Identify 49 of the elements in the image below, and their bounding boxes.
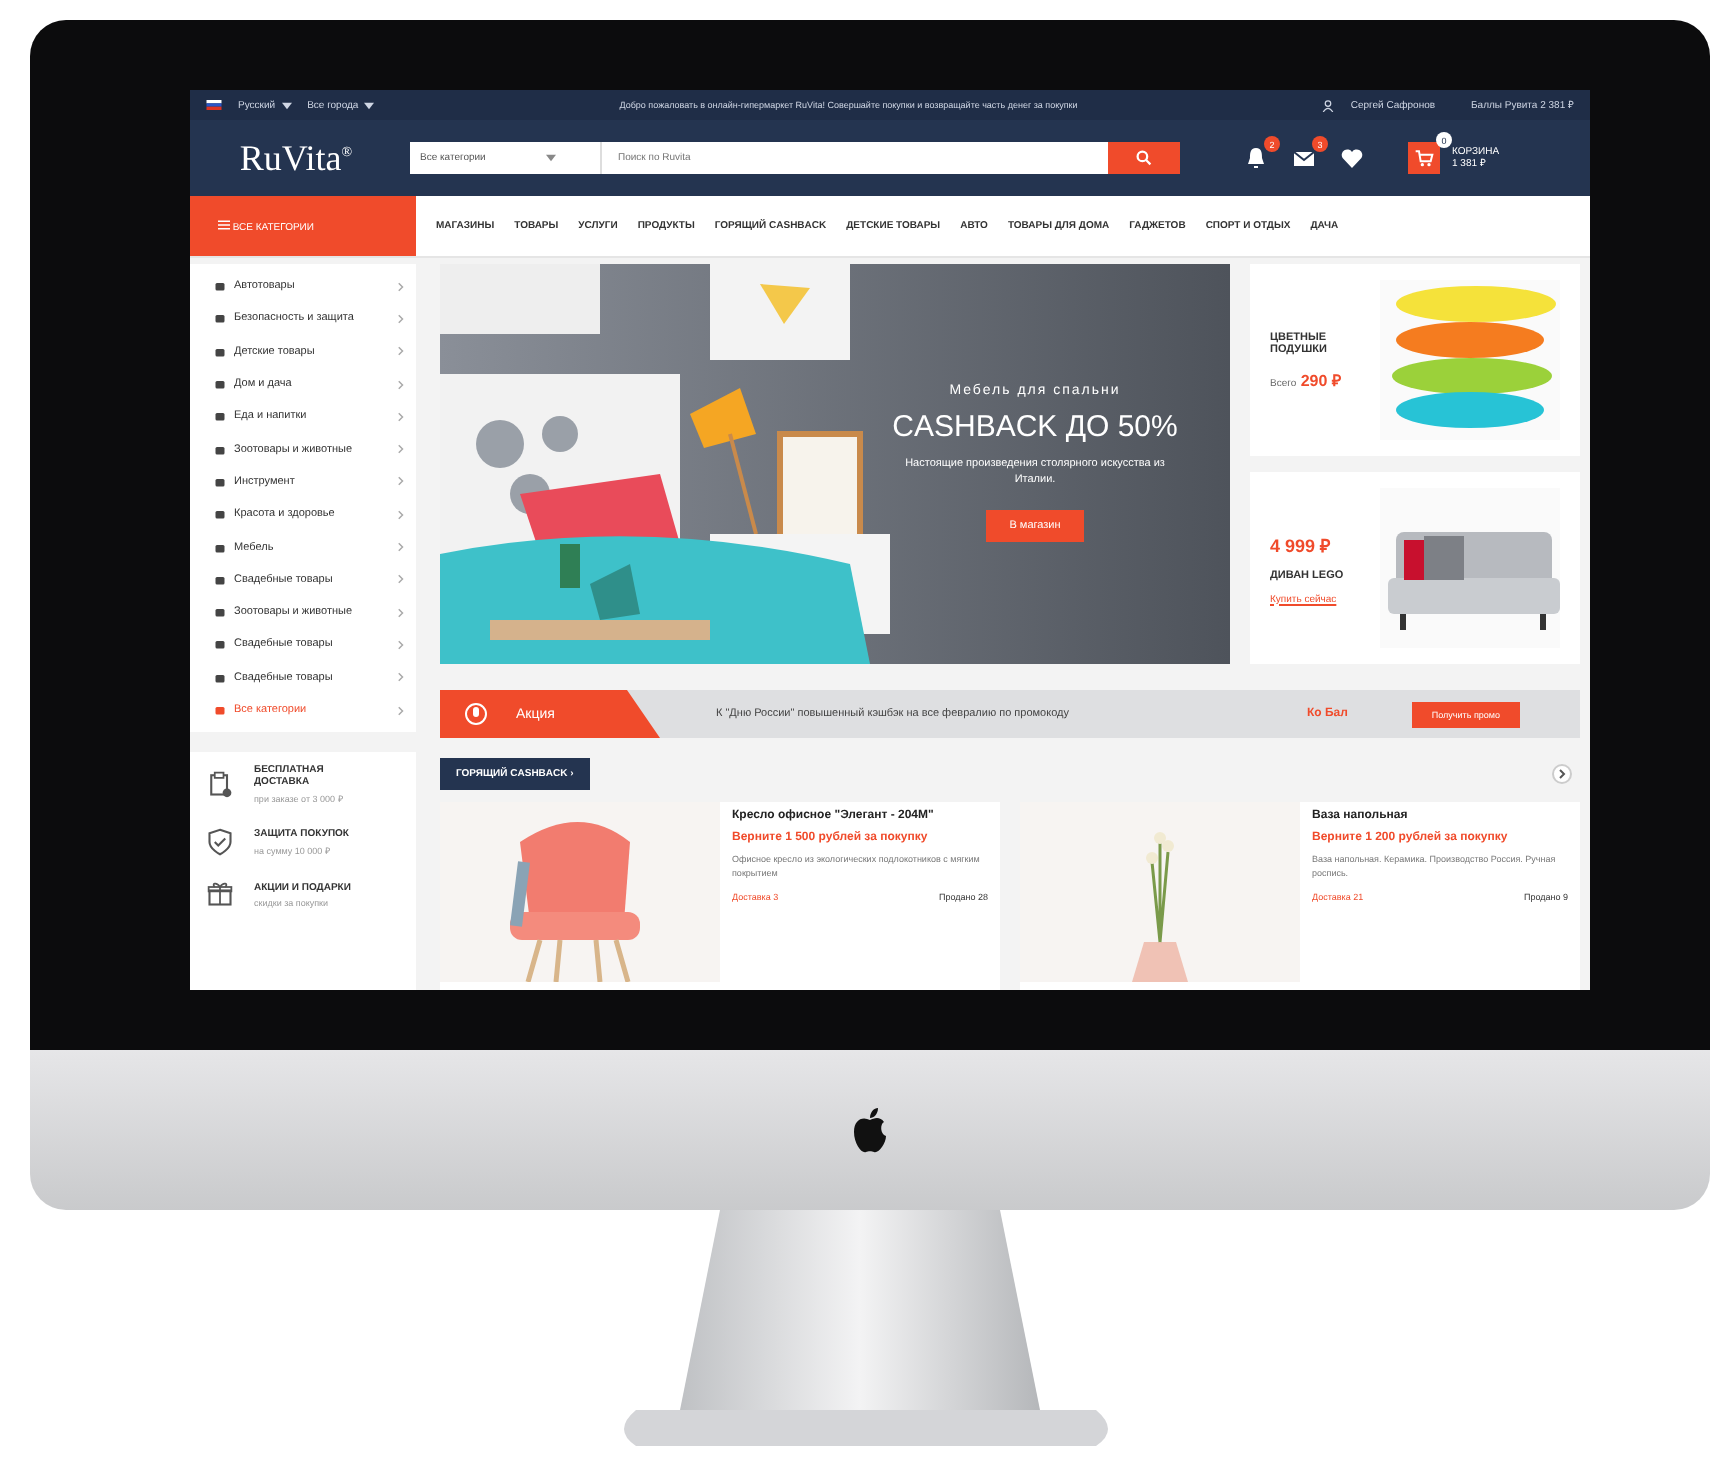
chevron-icon — [398, 705, 404, 715]
chevron-icon — [398, 379, 404, 390]
category-icon — [214, 410, 226, 423]
gift-icon — [206, 880, 234, 909]
category-icon — [214, 704, 226, 716]
card-price: 4 999 ₽ — [1270, 533, 1333, 557]
chevron-icon — [398, 607, 404, 618]
user-icon — [1322, 99, 1335, 111]
category-icon — [214, 541, 226, 554]
chevron-icon — [398, 281, 404, 292]
chevron-icon — [398, 313, 404, 324]
category-icon — [214, 573, 226, 586]
cart-button[interactable] — [1408, 142, 1440, 174]
category-icon — [214, 345, 226, 358]
chevron-icon — [398, 509, 404, 520]
search-icon — [1136, 150, 1152, 166]
chevron-icon — [398, 672, 404, 683]
chevron-icon — [398, 444, 404, 455]
menu-icon — [218, 219, 230, 229]
caret-icon — [545, 154, 556, 162]
bell-icon[interactable] — [1244, 146, 1268, 170]
chevron-icon — [398, 542, 404, 553]
cart-icon — [1414, 148, 1434, 168]
mail-icon[interactable] — [1292, 146, 1316, 170]
chevron-icon — [398, 411, 404, 422]
category-icon — [214, 508, 226, 521]
heart-icon[interactable] — [1340, 147, 1364, 169]
search-button[interactable] — [1108, 142, 1180, 174]
chevron-icon — [398, 639, 404, 650]
category-icon — [214, 280, 226, 293]
chevron-icon — [398, 574, 404, 585]
microphone-icon — [464, 702, 488, 726]
category-icon — [214, 475, 226, 488]
hero-title: CASHBACK ДО 50% — [892, 410, 1178, 444]
flag-icon — [206, 100, 222, 110]
category-icon — [214, 638, 226, 651]
logo-icon — [850, 1106, 890, 1154]
chevron-icon — [398, 476, 404, 487]
category-icon — [214, 671, 226, 684]
caret-icon — [281, 101, 292, 109]
chevron-icon — [398, 346, 404, 357]
category-icon — [214, 378, 226, 391]
caret-icon — [364, 101, 375, 109]
category-icon — [214, 312, 226, 325]
category-icon — [214, 606, 226, 619]
clipboard-icon — [206, 770, 234, 799]
logo[interactable]: RuVita$^{®}$ — [206, 137, 386, 179]
shield-icon — [206, 828, 234, 857]
category-icon — [214, 443, 226, 456]
